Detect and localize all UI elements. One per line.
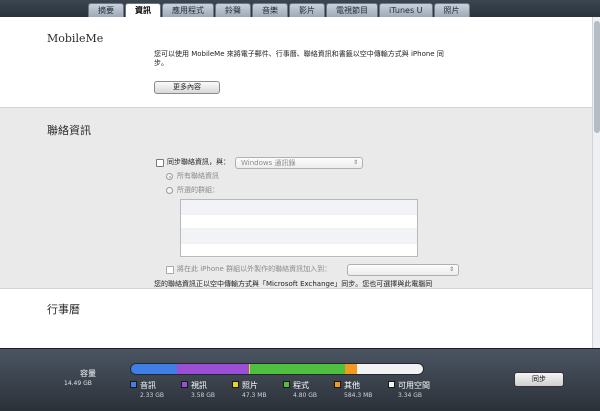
- legend-swatch: [388, 381, 395, 388]
- radio-selected-groups-label: 所選的群組：: [177, 186, 219, 194]
- legend-swatch: [232, 381, 239, 388]
- tab-ringtones[interactable]: 鈴聲: [215, 3, 251, 17]
- legend-swatch: [130, 381, 137, 388]
- groups-list[interactable]: [180, 199, 418, 258]
- mobileme-title: MobileMe: [47, 32, 104, 45]
- legend-name: 照片: [242, 381, 258, 390]
- capacity-segment-3: [249, 364, 345, 374]
- legend-name: 其他: [344, 381, 360, 390]
- capacity-segment-4: [345, 364, 357, 374]
- legend-size: 47.3 MB: [242, 392, 267, 399]
- tab-bar: 摘要 資訊 應用程式 鈴聲 音樂 影片 電視節目 iTunes U 照片: [0, 0, 600, 17]
- calendar-title: 行事曆: [47, 303, 80, 316]
- scrollbar-thumb[interactable]: [594, 21, 600, 133]
- mobileme-description: 您可以使用 MobileMe 來將電子郵件、行事曆、聯絡資訊和書籤以空中傳輸方式…: [154, 50, 444, 67]
- vertical-scrollbar[interactable]: [592, 17, 600, 348]
- info-panel: MobileMe 您可以使用 MobileMe 來將電子郵件、行事曆、聯絡資訊和…: [0, 17, 600, 348]
- legend-size: 584.3 MB: [344, 392, 373, 399]
- add-outside-contacts-checkbox[interactable]: [166, 266, 174, 274]
- mobileme-section: MobileMe 您可以使用 MobileMe 來將電子郵件、行事曆、聯絡資訊和…: [0, 17, 592, 108]
- legend-size: 3.34 GB: [398, 392, 423, 399]
- radio-selected-groups[interactable]: [166, 187, 173, 194]
- sync-button[interactable]: 同步: [514, 372, 564, 387]
- legend-size: 3.58 GB: [191, 392, 216, 399]
- tab-music[interactable]: 音樂: [252, 3, 288, 17]
- radio-all-contacts[interactable]: [166, 173, 173, 180]
- tabs: 摘要 資訊 應用程式 鈴聲 音樂 影片 電視節目 iTunes U 照片: [88, 3, 471, 17]
- more-info-button[interactable]: 更多內容: [154, 81, 220, 94]
- list-item[interactable]: [181, 200, 417, 215]
- radio-all-contacts-label: 所有聯絡資訊: [177, 172, 219, 180]
- tab-apps[interactable]: 應用程式: [162, 3, 214, 17]
- select-arrows-icon: ⇕: [448, 266, 454, 273]
- legend-name: 程式: [293, 381, 309, 390]
- legend-name: 視訊: [191, 381, 207, 390]
- capacity-meter: [130, 363, 424, 375]
- list-item[interactable]: [181, 229, 417, 244]
- tab-info[interactable]: 資訊: [125, 3, 161, 17]
- capacity-bar-panel: 容量 14.49 GB 音訊 2.33 GB 視訊 3.58 GB 照片 47.3 MB 程…: [0, 348, 600, 411]
- tab-movies[interactable]: 影片: [289, 3, 325, 17]
- list-item[interactable]: [181, 244, 417, 258]
- list-item[interactable]: [181, 215, 417, 229]
- tab-photos[interactable]: 照片: [433, 3, 470, 17]
- capacity-segment-0: [131, 364, 178, 374]
- capacity-total: 14.49 GB: [64, 380, 92, 387]
- legend-name: 可用空間: [398, 381, 430, 390]
- contacts-source-value: Windows 通訊錄: [241, 159, 296, 167]
- capacity-segment-1: [177, 364, 249, 374]
- add-outside-contacts-select[interactable]: ⇕: [347, 264, 459, 276]
- capacity-label: 容量: [80, 369, 96, 378]
- select-arrows-icon: ⇕: [352, 159, 358, 166]
- legend-swatch: [283, 381, 290, 388]
- legend-name: 音訊: [140, 381, 156, 390]
- tab-tv-shows[interactable]: 電視節目: [326, 3, 378, 17]
- contacts-title: 聯絡資訊: [47, 124, 91, 137]
- capacity-segment-5: [356, 364, 423, 374]
- add-outside-contacts-label: 將在此 iPhone 群組以外製作的聯絡資訊加入到：: [177, 265, 332, 273]
- legend-size: 4.80 GB: [293, 392, 318, 399]
- tab-summary[interactable]: 摘要: [88, 3, 124, 17]
- legend-swatch: [334, 381, 341, 388]
- tab-itunes-u[interactable]: iTunes U: [379, 3, 433, 17]
- legend-size: 2.33 GB: [140, 392, 165, 399]
- legend-swatch: [181, 381, 188, 388]
- contacts-source-select[interactable]: Windows 通訊錄 ⇕: [235, 157, 363, 169]
- contacts-section: 聯絡資訊 同步聯絡資訊，與： Windows 通訊錄 ⇕ 所有聯絡資訊 所選的群…: [0, 108, 592, 297]
- sync-contacts-checkbox[interactable]: [156, 159, 164, 167]
- calendar-section: 行事曆: [0, 289, 592, 348]
- sync-contacts-label: 同步聯絡資訊，與：: [167, 158, 230, 166]
